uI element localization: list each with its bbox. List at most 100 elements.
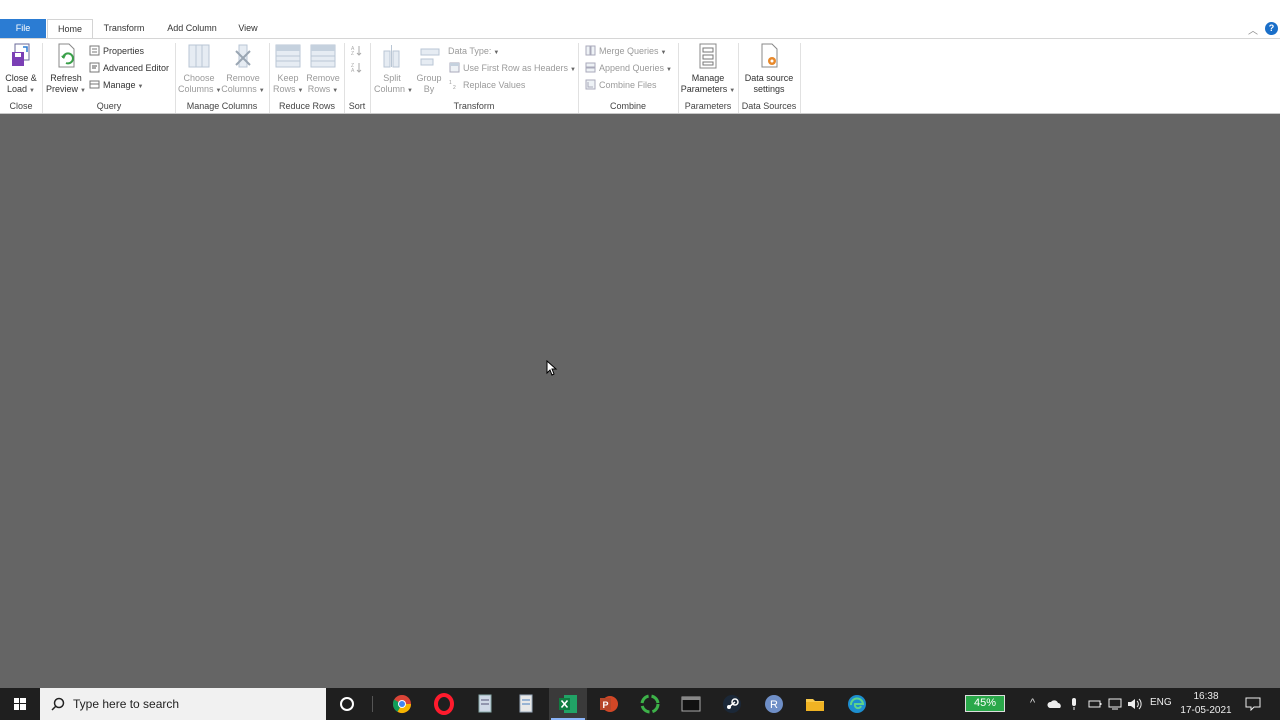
tab-transform[interactable]: Transform bbox=[97, 19, 151, 38]
remove-rows-button[interactable]: Remove Rows ▼ bbox=[306, 43, 340, 97]
close-load-button[interactable]: Close & Load ▼ bbox=[4, 43, 38, 97]
tab-add-column[interactable]: Add Column bbox=[160, 19, 224, 38]
sort-descending-icon: ZA bbox=[351, 63, 362, 73]
replace-values-button[interactable]: 1 2 Replace Values bbox=[449, 78, 525, 92]
append-queries-label: Append Queries bbox=[599, 63, 665, 73]
edge-icon[interactable] bbox=[845, 692, 869, 716]
clock-time: 16:38 bbox=[1193, 691, 1219, 702]
group-label-manage-columns: Manage Columns bbox=[186, 101, 258, 111]
help-icon[interactable]: ? bbox=[1265, 22, 1278, 35]
tab-home[interactable]: Home bbox=[47, 19, 93, 39]
taskbar: Type here to search P R 45% ^ ENG 16:38 … bbox=[0, 688, 1280, 720]
notepad-icon[interactable] bbox=[514, 692, 538, 716]
volume-icon[interactable] bbox=[1127, 697, 1142, 711]
merge-queries-icon bbox=[585, 45, 596, 56]
mouse-cursor-icon bbox=[546, 360, 558, 376]
svg-text:1: 1 bbox=[449, 80, 452, 86]
query-editor-workspace bbox=[0, 114, 1280, 688]
powerpoint-icon[interactable]: P bbox=[597, 692, 621, 716]
remove-columns-button[interactable]: Remove Columns ▼ bbox=[221, 43, 265, 97]
group-by-button[interactable]: Group By bbox=[414, 43, 444, 95]
divider bbox=[372, 696, 373, 712]
refresh-icon bbox=[58, 43, 75, 68]
sort-ascending-icon: AZ bbox=[351, 46, 362, 56]
remove-columns-icon bbox=[235, 44, 251, 68]
sort-descending-button[interactable]: ZA bbox=[351, 61, 365, 75]
chevron-up-icon[interactable]: ^ bbox=[1030, 697, 1035, 709]
collapse-ribbon-icon[interactable]: ︿ bbox=[1248, 22, 1258, 37]
battery-indicator[interactable]: 45% bbox=[965, 695, 1005, 712]
opera-icon[interactable] bbox=[432, 692, 456, 716]
manage-button[interactable]: Manage ▼ bbox=[89, 78, 143, 92]
manage-parameters-label-1: Manage bbox=[691, 73, 725, 83]
data-source-settings-button[interactable]: Data source settings bbox=[741, 43, 797, 95]
split-column-label-2: Column bbox=[374, 84, 406, 94]
split-column-label-1: Split bbox=[383, 73, 401, 83]
excel-icon[interactable] bbox=[556, 692, 580, 716]
group-label-combine: Combine bbox=[609, 101, 647, 111]
clock[interactable]: 16:38 17-05-2021 bbox=[1178, 690, 1234, 718]
group-label-data-sources: Data Sources bbox=[741, 101, 797, 111]
manage-parameters-button[interactable]: Manage Parameters ▼ bbox=[680, 43, 736, 97]
file-explorer-icon[interactable] bbox=[803, 692, 827, 716]
choose-columns-label-2: Columns bbox=[178, 84, 214, 94]
merge-queries-label: Merge Queries bbox=[599, 46, 659, 56]
remove-columns-label-1: Remove bbox=[226, 73, 260, 83]
start-button[interactable] bbox=[0, 688, 40, 720]
remove-rows-label-1: Remove bbox=[306, 73, 340, 83]
search-icon bbox=[51, 697, 65, 711]
search-placeholder: Type here to search bbox=[73, 697, 180, 711]
properties-label: Properties bbox=[103, 46, 145, 56]
properties-button[interactable]: Properties bbox=[89, 44, 144, 58]
remove-rows-icon bbox=[310, 44, 336, 68]
group-by-label-2: By bbox=[423, 84, 435, 94]
refresh-label-2: Preview bbox=[46, 84, 79, 94]
ribbon-tab-bar: File Home Transform Add Column View ︿ ? bbox=[0, 0, 1280, 39]
document-app-icon[interactable] bbox=[473, 692, 497, 716]
group-label-query: Query bbox=[96, 101, 122, 111]
keep-rows-button[interactable]: Keep Rows ▼ bbox=[273, 43, 303, 97]
choose-columns-icon bbox=[188, 44, 210, 68]
windows-logo-icon bbox=[14, 698, 26, 710]
sync-app-icon[interactable] bbox=[638, 692, 662, 716]
combine-files-button[interactable]: Combine Files bbox=[585, 78, 657, 92]
terminal-icon[interactable] bbox=[679, 692, 703, 716]
group-label-sort: Sort bbox=[348, 101, 366, 111]
network-icon[interactable] bbox=[1108, 697, 1122, 711]
svg-text:A: A bbox=[351, 68, 355, 73]
use-first-row-as-headers-button[interactable]: Use First Row as Headers ▼ bbox=[449, 61, 576, 75]
close-load-label-1: Close & bbox=[5, 73, 37, 83]
steam-icon[interactable] bbox=[720, 692, 744, 716]
advanced-editor-label: Advanced Editor bbox=[103, 63, 170, 73]
refresh-label-1: Refresh bbox=[50, 73, 82, 83]
clock-date: 17-05-2021 bbox=[1180, 705, 1232, 716]
advanced-editor-button[interactable]: Advanced Editor bbox=[89, 61, 169, 75]
replace-values-icon: 12 bbox=[449, 80, 456, 90]
data-source-settings-label-2: settings bbox=[753, 84, 785, 94]
choose-columns-button[interactable]: Choose Columns ▼ bbox=[178, 43, 221, 97]
svg-text:R: R bbox=[770, 699, 778, 711]
cortana-icon[interactable] bbox=[335, 692, 359, 716]
group-label-transform: Transform bbox=[453, 101, 495, 111]
tab-file[interactable]: File bbox=[0, 19, 46, 38]
data-source-settings-label-1: Data source bbox=[744, 73, 794, 83]
merge-queries-button[interactable]: Merge Queries ▼ bbox=[585, 44, 666, 58]
onedrive-icon[interactable] bbox=[1047, 698, 1063, 710]
sort-ascending-button[interactable]: AZ bbox=[351, 44, 365, 58]
microphone-icon[interactable] bbox=[1069, 697, 1079, 711]
keep-rows-icon bbox=[275, 44, 301, 68]
power-icon[interactable] bbox=[1088, 698, 1102, 710]
append-queries-button[interactable]: Append Queries ▼ bbox=[585, 61, 672, 75]
data-type-dropdown[interactable]: Data Type: ▼ bbox=[448, 44, 499, 58]
tab-view[interactable]: View bbox=[232, 19, 264, 38]
language-indicator[interactable]: ENG bbox=[1150, 697, 1172, 708]
notification-center-icon[interactable] bbox=[1245, 697, 1261, 711]
refresh-preview-button[interactable]: Refresh Preview ▼ bbox=[46, 43, 86, 97]
split-column-button[interactable]: Split Column ▼ bbox=[374, 43, 413, 97]
svg-text:2: 2 bbox=[453, 85, 456, 90]
r-app-icon[interactable]: R bbox=[762, 692, 786, 716]
svg-text:Z: Z bbox=[351, 51, 354, 56]
chrome-icon[interactable] bbox=[390, 692, 414, 716]
taskbar-search-box[interactable]: Type here to search bbox=[40, 688, 326, 720]
split-column-icon bbox=[383, 45, 400, 68]
